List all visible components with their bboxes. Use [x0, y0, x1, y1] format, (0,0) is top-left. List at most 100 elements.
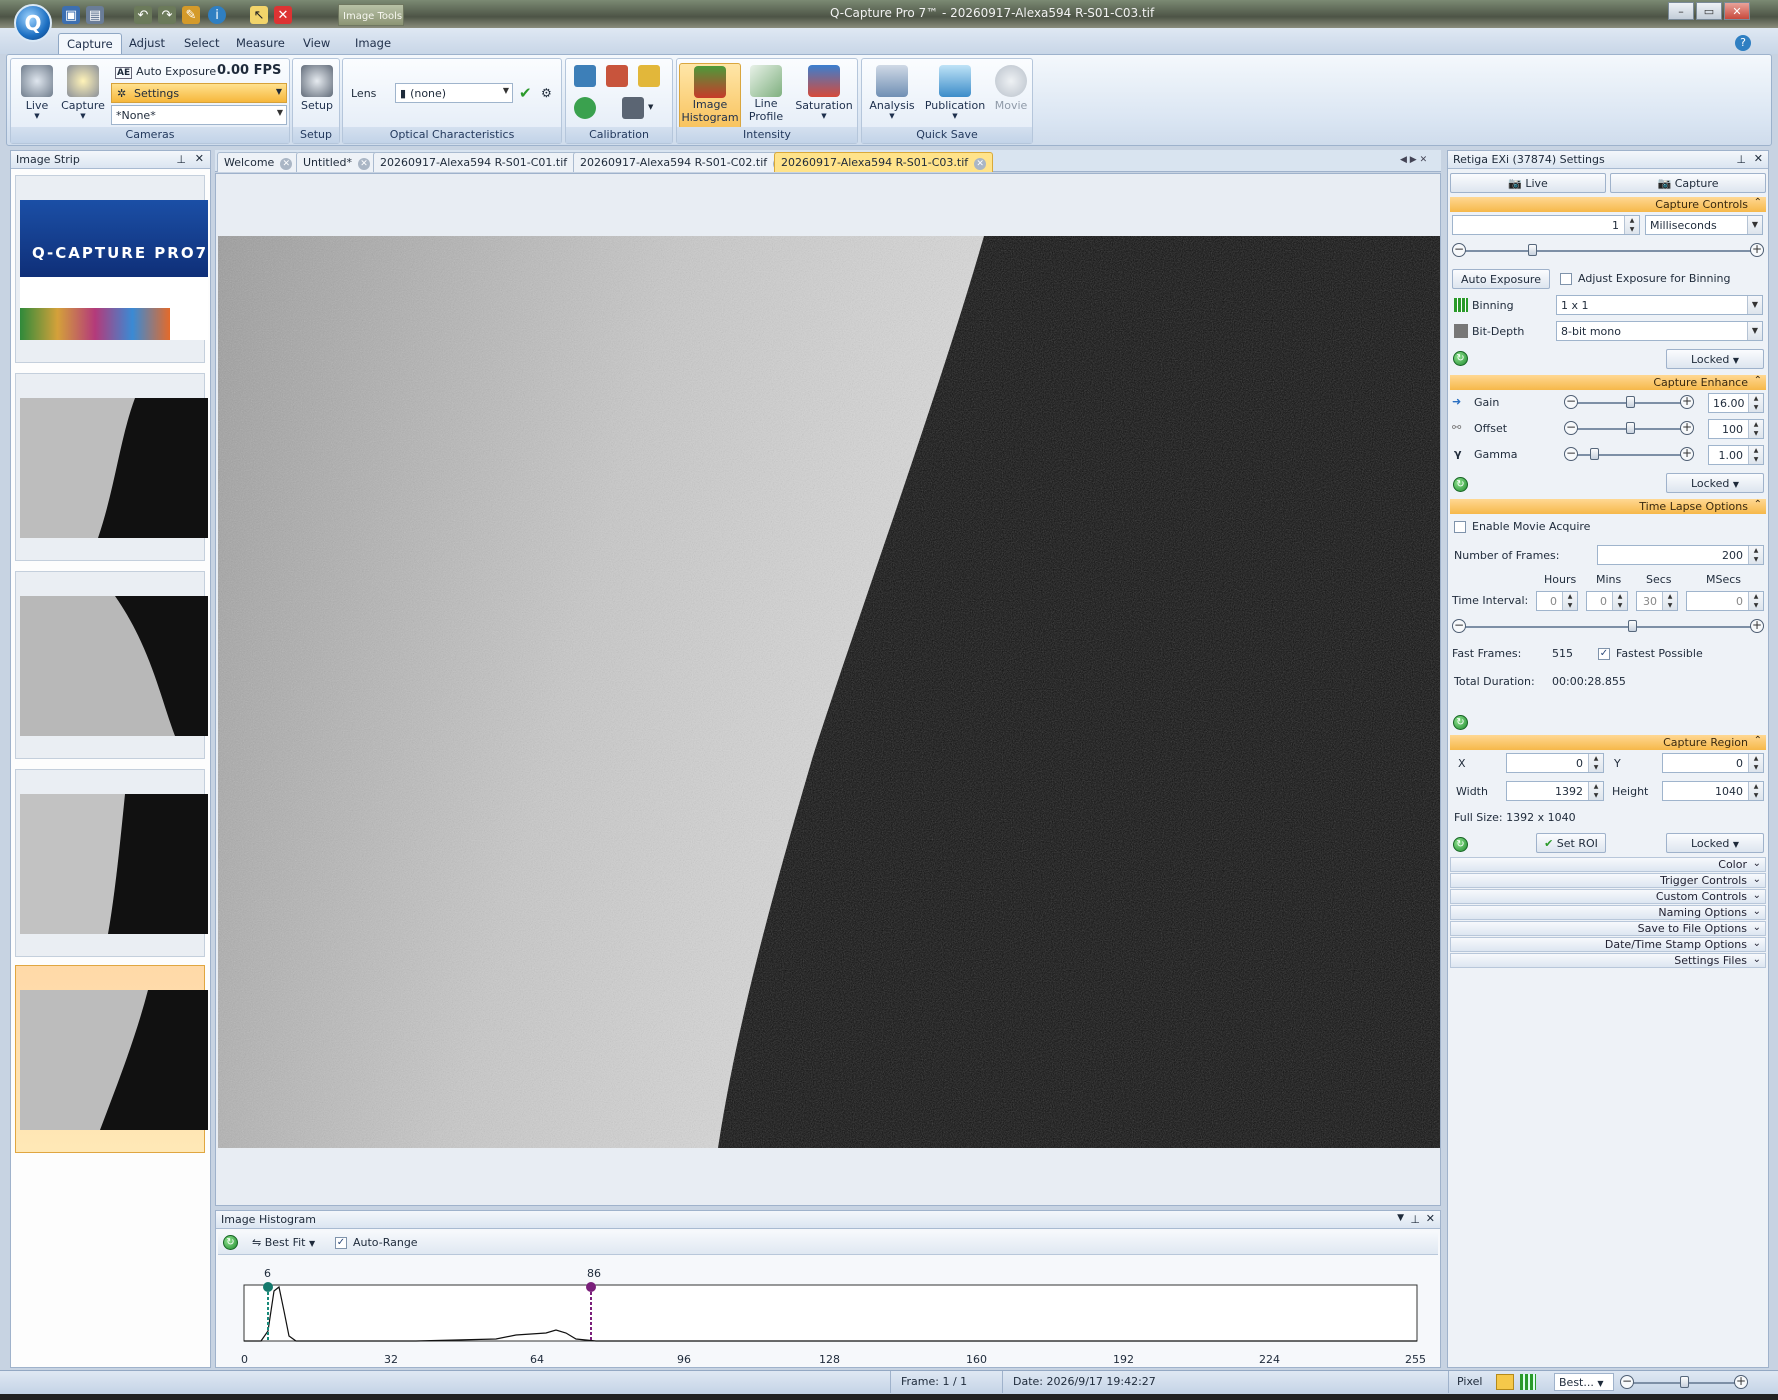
microscope-image[interactable]: [218, 236, 1440, 1148]
tab-close-icon[interactable]: ✕: [280, 158, 293, 170]
refresh-icon[interactable]: ↻: [1453, 837, 1468, 852]
zoom-dropdown[interactable]: Best... ▼: [1554, 1373, 1614, 1391]
doc-tab-welcome[interactable]: Welcome ✕: [217, 152, 300, 172]
gain-slider[interactable]: − +: [1564, 395, 1694, 411]
trigger-controls-header[interactable]: Trigger Controls ⌄: [1450, 873, 1766, 888]
date-time-stamp-header[interactable]: Date/Time Stamp Options ⌄: [1450, 937, 1766, 952]
tab-close-icon[interactable]: ✕: [358, 158, 371, 170]
tab-close-icon[interactable]: ✕: [974, 158, 987, 170]
interval-slider[interactable]: − +: [1452, 619, 1764, 635]
capture-controls-locked-dropdown[interactable]: Locked ▼: [1666, 349, 1764, 369]
auto-exposure-button[interactable]: Auto Exposure: [1452, 269, 1550, 289]
pin-icon[interactable]: ⊥: [176, 153, 186, 166]
height-field[interactable]: 1040 ▲ ▼: [1662, 781, 1764, 801]
grid-view-icon[interactable]: [1520, 1374, 1536, 1390]
bit-depth-dropdown[interactable]: 8-bit mono ▼: [1556, 321, 1763, 341]
strip-thumb-1[interactable]: [15, 373, 208, 561]
exposure-unit-dropdown[interactable]: Milliseconds ▼: [1645, 215, 1763, 235]
tab-image[interactable]: Image: [347, 33, 399, 54]
gain-field[interactable]: 16.00 ▲ ▼: [1708, 393, 1764, 413]
refresh-icon[interactable]: ↻: [1453, 715, 1468, 730]
live-mode-button[interactable]: 📷 Live: [1450, 173, 1606, 193]
lens-settings-icon[interactable]: ⚙: [541, 86, 552, 100]
camera-calibration-icon[interactable]: [622, 97, 644, 119]
close-image-icon[interactable]: ✕: [274, 6, 292, 24]
auto-exposure-button[interactable]: AE Auto Exposure: [115, 65, 216, 79]
mins-field[interactable]: 0 ▲ ▼: [1586, 591, 1628, 611]
capture-region-header[interactable]: Capture Region ⌃: [1450, 735, 1766, 750]
maximize-button[interactable]: ▭: [1696, 2, 1722, 20]
secs-field[interactable]: 30 ▲ ▼: [1636, 591, 1678, 611]
offset-slider[interactable]: − +: [1564, 421, 1694, 437]
time-lapse-header[interactable]: Time Lapse Options ⌃: [1450, 499, 1766, 514]
lens-dropdown[interactable]: ▮ (none) ▼: [395, 83, 513, 103]
image-view-icon[interactable]: [1496, 1374, 1514, 1390]
best-fit-button[interactable]: ⇋ Best Fit ▼: [252, 1236, 315, 1249]
capture-controls-header[interactable]: Capture Controls ⌃: [1450, 197, 1766, 212]
width-field[interactable]: 1392 ▲ ▼: [1506, 781, 1604, 801]
minimize-button[interactable]: –: [1668, 2, 1694, 20]
high-marker-handle[interactable]: [586, 1282, 596, 1292]
hours-field[interactable]: 0 ▲ ▼: [1536, 591, 1578, 611]
doc-tab-c02[interactable]: 20260917-Alexa594 R-S01-C02.tif✕: [573, 152, 793, 172]
line-profile-button[interactable]: Line Profile: [743, 63, 789, 125]
settings-dropdown[interactable]: ✲ Settings ▼: [111, 83, 287, 103]
close-icon[interactable]: ✕: [195, 152, 204, 165]
gamma-slider[interactable]: − +: [1564, 447, 1694, 463]
capture-button[interactable]: Capture ▼: [61, 63, 105, 125]
help-icon[interactable]: ?: [1735, 35, 1751, 51]
capture-enhance-locked-dropdown[interactable]: Locked ▼: [1666, 473, 1764, 493]
publication-button[interactable]: Publication ▼: [922, 63, 988, 125]
info-icon[interactable]: i: [208, 6, 226, 24]
apply-check-icon[interactable]: ✔: [519, 84, 532, 102]
auto-range-checkbox[interactable]: ✓: [335, 1237, 347, 1249]
exposure-slider[interactable]: − +: [1452, 243, 1764, 259]
zoom-slider[interactable]: − +: [1620, 1375, 1748, 1391]
new-icon[interactable]: ▣: [62, 6, 80, 24]
movie-button[interactable]: Movie: [990, 63, 1032, 125]
open-icon[interactable]: ▤: [86, 6, 104, 24]
refresh-icon[interactable]: ↻: [1453, 477, 1468, 492]
strip-thumb-4-selected[interactable]: [15, 965, 208, 1153]
dark-frame-icon[interactable]: [606, 65, 628, 87]
tab-scroll-icons[interactable]: ◀ ▶ ✕: [1400, 155, 1427, 165]
saturation-button[interactable]: Saturation ▼: [791, 63, 857, 125]
settings-files-header[interactable]: Settings Files ⌄: [1450, 953, 1766, 968]
naming-options-header[interactable]: Naming Options ⌄: [1450, 905, 1766, 920]
strip-thumb-2[interactable]: [15, 571, 208, 759]
enable-movie-checkbox[interactable]: [1454, 521, 1466, 533]
frames-field[interactable]: 200 ▲ ▼: [1597, 545, 1764, 565]
color-section-header[interactable]: Color ⌄: [1450, 857, 1766, 872]
low-marker-handle[interactable]: [263, 1282, 273, 1292]
refresh-icon[interactable]: ↻: [1453, 351, 1468, 366]
refresh-icon[interactable]: ↻: [223, 1235, 238, 1250]
capture-region-locked-dropdown[interactable]: Locked ▼: [1666, 833, 1764, 853]
pointer-icon[interactable]: ↖: [250, 6, 268, 24]
doc-tab-c01[interactable]: 20260917-Alexa594 R-S01-C01.tif✕: [373, 152, 593, 172]
refresh-calibration-icon[interactable]: [574, 97, 596, 119]
fastest-possible-checkbox[interactable]: ✓: [1598, 648, 1610, 660]
capture-mode-button[interactable]: 📷 Capture: [1610, 173, 1766, 193]
gamma-field[interactable]: 1.00 ▲ ▼: [1708, 445, 1764, 465]
adjust-binning-checkbox[interactable]: [1560, 273, 1572, 285]
set-roi-button[interactable]: ✔ Set ROI: [1536, 833, 1606, 853]
msecs-field[interactable]: 0 ▲ ▼: [1686, 591, 1764, 611]
redo-icon[interactable]: ↷: [158, 6, 176, 24]
save-to-file-header[interactable]: Save to File Options ⌄: [1450, 921, 1766, 936]
chevron-down-icon[interactable]: ▼: [648, 103, 653, 111]
tab-measure[interactable]: Measure: [228, 33, 293, 54]
app-orb-icon[interactable]: Q: [14, 4, 52, 42]
strip-thumb-3[interactable]: [15, 769, 208, 957]
live-button[interactable]: Live ▼: [15, 63, 59, 125]
dropdown-icon[interactable]: ▼: [1397, 1213, 1404, 1223]
tab-view[interactable]: View: [295, 33, 338, 54]
image-histogram-button[interactable]: Image Histogram: [679, 63, 741, 129]
doc-tab-c03[interactable]: 20260917-Alexa594 R-S01-C03.tif ✕: [774, 152, 994, 172]
undo-icon[interactable]: ↶: [134, 6, 152, 24]
analysis-button[interactable]: Analysis ▼: [864, 63, 920, 125]
exposure-field[interactable]: 1 ▲ ▼: [1452, 215, 1640, 235]
tab-adjust[interactable]: Adjust: [121, 33, 173, 54]
x-field[interactable]: 0 ▲ ▼: [1506, 753, 1604, 773]
tab-capture[interactable]: Capture: [58, 33, 122, 54]
brush-icon[interactable]: ✎: [182, 6, 200, 24]
